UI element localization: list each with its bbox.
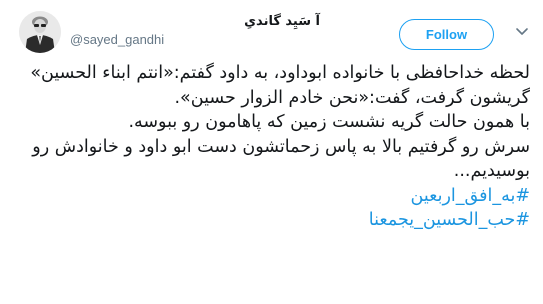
profile-photo-icon	[19, 11, 61, 53]
tweet-card: آ سَیِد گاندیِ @sayed_gandhi Follow لحظه…	[0, 0, 543, 304]
tweet-text: لحظه خداحافظی با خانواده ابوداود، به داو…	[14, 61, 530, 233]
tweet-line: با همون حالت گریه نشست زمین که پاهامون ر…	[128, 112, 530, 132]
tweet-line: سرش رو گرفتیم بالا به پاس زحماتشون دست ا…	[32, 136, 530, 182]
hashtag-link[interactable]: #حب_الحسین_یجمعنا	[14, 208, 530, 233]
display-name[interactable]: آ سَیِد گاندیِ	[70, 13, 320, 30]
user-handle[interactable]: @sayed_gandhi	[70, 32, 320, 48]
tweet-line: لحظه خداحافظی با خانواده ابوداود، به داو…	[30, 63, 530, 83]
user-info[interactable]: آ سَیِد گاندیِ @sayed_gandhi	[70, 13, 320, 48]
follow-button[interactable]: Follow	[399, 19, 494, 50]
chevron-down-icon[interactable]	[514, 23, 530, 39]
tweet-line: گریشون گرفت، گفت:«نحن خادم الزوار حسین».	[174, 87, 530, 108]
avatar[interactable]	[19, 11, 61, 53]
hashtag-link[interactable]: #به_افق_اربعین	[14, 184, 530, 209]
